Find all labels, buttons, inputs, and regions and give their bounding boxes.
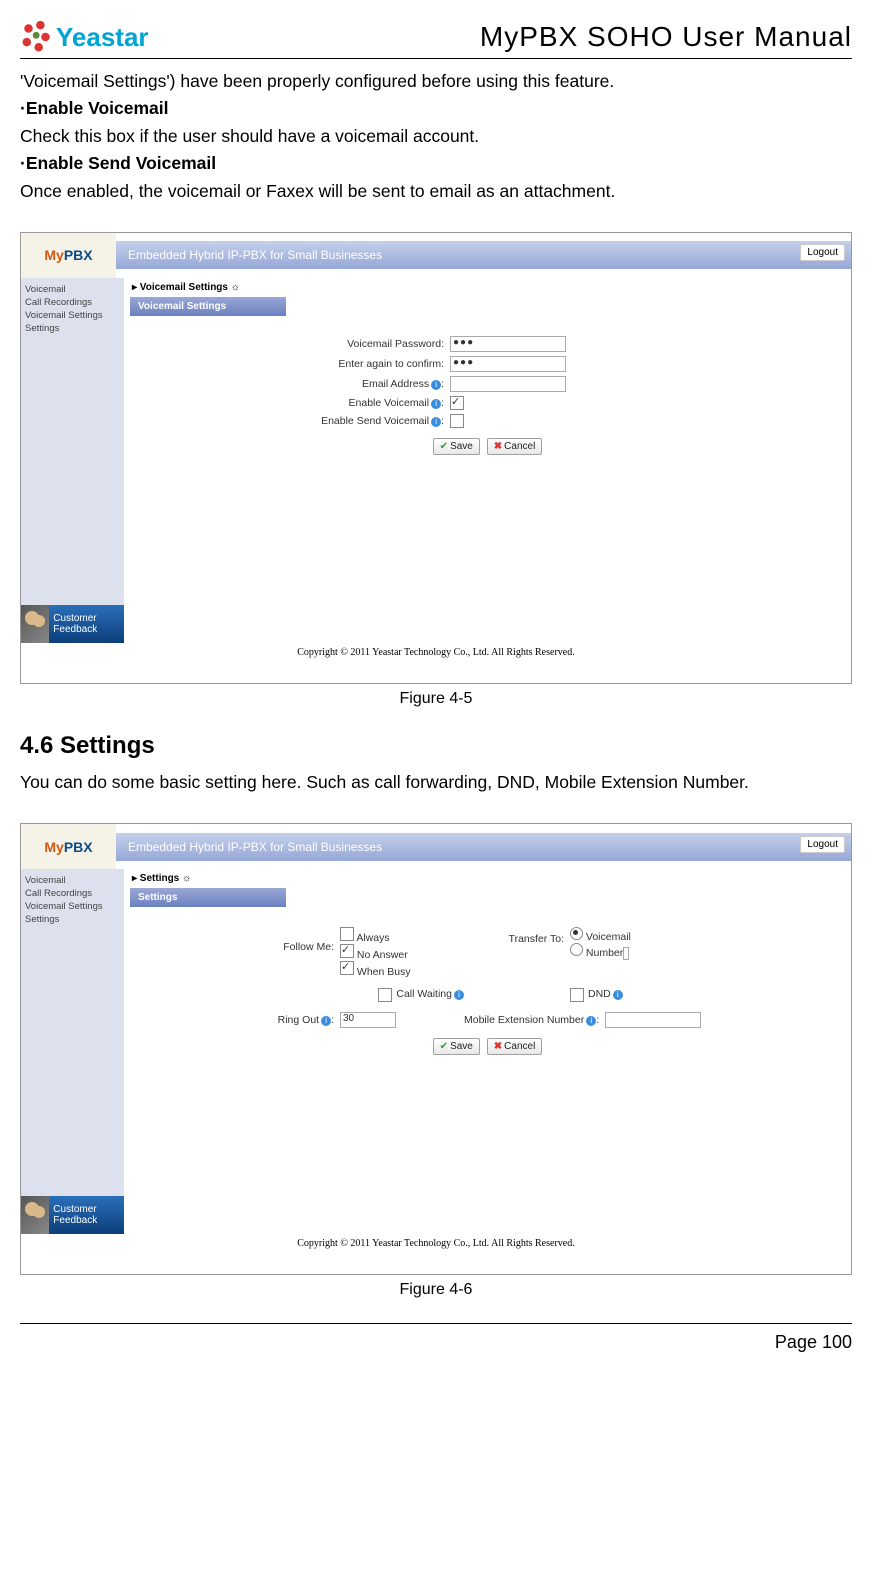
panel-title: Settings xyxy=(130,888,286,907)
brand-logo: Yeastar xyxy=(20,20,149,54)
breadcrumb: ▸ Settings ☼ xyxy=(124,869,851,888)
when-busy-checkbox[interactable] xyxy=(340,961,354,975)
no-answer-label: No Answer xyxy=(357,949,408,961)
no-answer-checkbox[interactable] xyxy=(340,944,354,958)
info-icon[interactable]: i xyxy=(613,990,623,1000)
sidebar-item-call-recordings[interactable]: Call Recordings xyxy=(25,888,120,899)
sidebar-item-voicemail-settings[interactable]: Voicemail Settings xyxy=(25,901,120,912)
copyright-text: Copyright © 2011 Yeastar Technology Co.,… xyxy=(21,1234,851,1251)
ring-out-input[interactable]: 30 xyxy=(340,1012,396,1028)
email-address-input[interactable] xyxy=(450,376,566,392)
call-waiting-checkbox[interactable] xyxy=(378,988,392,1002)
enable-send-voicemail-checkbox[interactable] xyxy=(450,414,464,428)
info-icon[interactable]: i xyxy=(454,990,464,1000)
enable-send-voicemail-heading: ·Enable Send Voicemail xyxy=(20,151,852,176)
section-heading-4-6: 4.6 Settings xyxy=(20,732,852,760)
page-footer: Page 100 xyxy=(20,1323,852,1353)
sidebar-item-settings[interactable]: Settings xyxy=(25,914,120,925)
sidebar-item-settings[interactable]: Settings xyxy=(25,323,120,334)
number-radio[interactable] xyxy=(570,943,583,956)
figure-caption-4-5: Figure 4-5 xyxy=(20,690,852,708)
info-icon[interactable]: i xyxy=(321,1016,331,1026)
when-busy-label: When Busy xyxy=(357,966,411,978)
section-4-6-text: You can do some basic setting here. Such… xyxy=(20,770,852,795)
transfer-to-label: Transfer To: xyxy=(464,927,570,945)
intro-fragment: 'Voicemail Settings') have been properly… xyxy=(20,69,852,94)
info-icon[interactable]: i xyxy=(586,1016,596,1026)
enable-voicemail-heading: ·Enable Voicemail xyxy=(20,96,852,121)
feedback-label: Customer Feedback xyxy=(53,613,124,635)
info-icon[interactable]: i xyxy=(431,380,441,390)
vm-password-label: Voicemail Password: xyxy=(164,338,450,350)
number-input[interactable] xyxy=(623,947,629,960)
panel-title: Voicemail Settings xyxy=(130,297,286,316)
sidebar-item-voicemail[interactable]: Voicemail xyxy=(25,284,120,295)
always-checkbox[interactable] xyxy=(340,927,354,941)
cancel-button[interactable]: ✖Cancel xyxy=(487,1038,543,1055)
app-tagline: Embedded Hybrid IP-PBX for Small Busines… xyxy=(128,840,851,854)
copyright-text: Copyright © 2011 Yeastar Technology Co.,… xyxy=(21,643,851,660)
logout-button[interactable]: Logout xyxy=(800,244,845,261)
info-icon[interactable]: i xyxy=(431,399,441,409)
brand-name: Yeastar xyxy=(56,22,149,53)
save-button[interactable]: ✔Save xyxy=(433,438,480,455)
cancel-button[interactable]: ✖Cancel xyxy=(487,438,543,455)
customer-feedback-banner[interactable]: Customer Feedback xyxy=(21,605,124,643)
voicemail-radio[interactable] xyxy=(570,927,583,940)
save-button[interactable]: ✔Save xyxy=(433,1038,480,1055)
enable-send-voicemail-label: Enable Send Voicemaili: xyxy=(164,415,450,427)
dnd-label: DNDi xyxy=(588,988,623,1000)
voicemail-option-label: Voicemail xyxy=(586,931,631,943)
enable-voicemail-label: Enable Voicemaili: xyxy=(164,397,450,409)
dnd-checkbox[interactable] xyxy=(570,988,584,1002)
number-option-label: Number xyxy=(586,947,623,959)
call-waiting-label: Call Waitingi xyxy=(396,988,464,1000)
mobile-ext-input[interactable] xyxy=(605,1012,701,1028)
customer-feedback-banner[interactable]: Customer Feedback xyxy=(21,1196,124,1234)
feedback-avatar-icon xyxy=(21,605,49,643)
figure-caption-4-6: Figure 4-6 xyxy=(20,1281,852,1299)
screenshot-voicemail-settings: MyPBX Embedded Hybrid IP-PBX for Small B… xyxy=(20,232,852,684)
sidebar-item-voicemail-settings[interactable]: Voicemail Settings xyxy=(25,310,120,321)
info-icon[interactable]: i xyxy=(431,417,441,427)
vm-confirm-input[interactable]: ●●● xyxy=(450,356,566,372)
sidebar-item-call-recordings[interactable]: Call Recordings xyxy=(25,297,120,308)
sidebar: Voicemail Call Recordings Voicemail Sett… xyxy=(21,869,124,1234)
vm-confirm-label: Enter again to confirm: xyxy=(164,358,450,370)
app-tagline: Embedded Hybrid IP-PBX for Small Busines… xyxy=(128,248,851,262)
document-title: MyPBX SOHO User Manual xyxy=(480,21,852,53)
page-header: Yeastar MyPBX SOHO User Manual xyxy=(20,20,852,59)
app-logo-area: MyPBX xyxy=(21,233,116,278)
breadcrumb: ▸ Voicemail Settings ☼ xyxy=(124,278,851,297)
enable-voicemail-desc: Check this box if the user should have a… xyxy=(20,124,852,149)
enable-voicemail-checkbox[interactable] xyxy=(450,396,464,410)
follow-me-label: Follow Me: xyxy=(164,927,340,953)
logo-icon xyxy=(20,20,54,54)
ring-out-label: Ring Outi: xyxy=(164,1014,340,1026)
app-logo-area: MyPBX xyxy=(21,824,116,869)
always-label: Always xyxy=(356,932,389,944)
logout-button[interactable]: Logout xyxy=(800,836,845,853)
screenshot-settings: MyPBX Embedded Hybrid IP-PBX for Small B… xyxy=(20,823,852,1275)
page-number: Page 100 xyxy=(775,1332,852,1352)
email-address-label: Email Addressi: xyxy=(164,378,450,390)
app-logo: MyPBX xyxy=(44,247,92,263)
sidebar: Voicemail Call Recordings Voicemail Sett… xyxy=(21,278,124,643)
feedback-label: Customer Feedback xyxy=(53,1204,124,1226)
mobile-ext-label: Mobile Extension Numberi: xyxy=(464,1014,605,1026)
app-logo: MyPBX xyxy=(44,839,92,855)
sidebar-item-voicemail[interactable]: Voicemail xyxy=(25,875,120,886)
vm-password-input[interactable]: ●●● xyxy=(450,336,566,352)
feedback-avatar-icon xyxy=(21,1196,49,1234)
enable-send-voicemail-desc: Once enabled, the voicemail or Faxex wil… xyxy=(20,179,852,204)
